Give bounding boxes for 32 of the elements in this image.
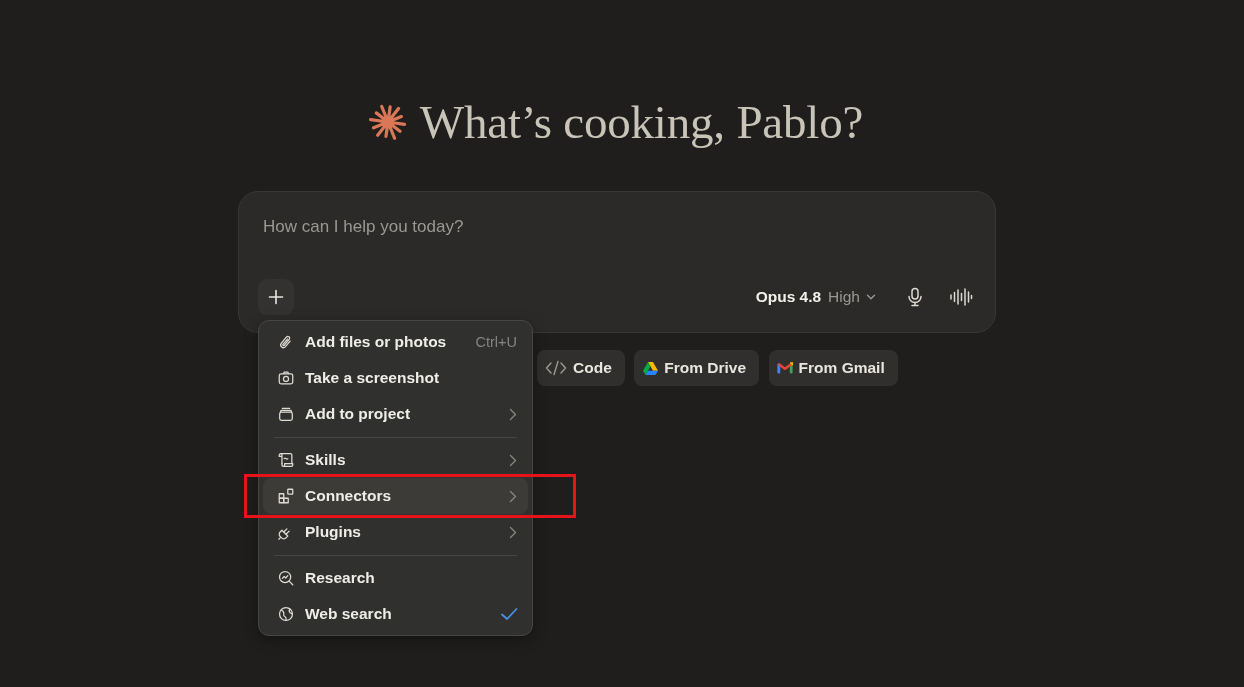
- menu-item[interactable]: Research: [263, 560, 528, 596]
- chevron-right-icon: [509, 525, 517, 539]
- code-icon: [545, 360, 567, 376]
- camera-icon: [277, 369, 295, 387]
- menu-item[interactable]: Plugins: [263, 514, 528, 550]
- scroll-icon: [277, 451, 295, 469]
- add-button[interactable]: [258, 279, 294, 315]
- menu-item[interactable]: Take a screenshot: [263, 360, 528, 396]
- waveform-icon: [949, 287, 973, 307]
- message-input[interactable]: How can I help you today?: [263, 214, 863, 240]
- suggestion-chip[interactable]: Code: [537, 350, 625, 386]
- menu-item[interactable]: Add to project: [263, 396, 528, 432]
- chevron-right-icon: [509, 489, 517, 503]
- chevron-right-icon: [509, 407, 517, 421]
- suggestion-chip[interactable]: From Drive: [634, 350, 760, 386]
- model-selector[interactable]: Opus 4.8 High: [755, 284, 877, 310]
- plus-icon: [266, 287, 286, 307]
- m-logo-icon: [776, 362, 793, 374]
- greeting-heading: What’s cooking, Pablo?: [419, 95, 864, 150]
- chevron-right-icon: [509, 453, 517, 467]
- menu-item[interactable]: Skills: [263, 442, 528, 478]
- spark-icon: [368, 103, 407, 141]
- shortcut-text: Ctrl+U: [475, 334, 517, 350]
- menu-item[interactable]: Add files or photos Ctrl+U: [263, 324, 528, 360]
- suggestion-chip[interactable]: From Gmail: [768, 350, 898, 386]
- stack-icon: [277, 405, 295, 423]
- triangle-logo-icon: [643, 361, 659, 375]
- magnifier-icon: [277, 569, 295, 587]
- blocks-icon: [277, 487, 295, 505]
- globe-icon: [277, 605, 295, 623]
- menu-item[interactable]: Web search: [263, 596, 528, 632]
- microphone-icon: [906, 287, 924, 307]
